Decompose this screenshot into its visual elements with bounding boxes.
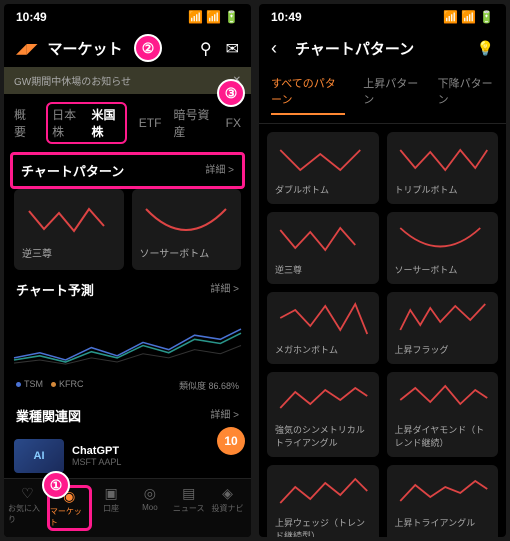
annotation-badge-3: ③: [217, 79, 245, 107]
pattern-label: メガホンボトム: [275, 343, 371, 356]
pattern-label: ダブルボトム: [275, 183, 371, 196]
pattern-grid-card[interactable]: 上昇フラッグ: [387, 292, 499, 364]
related-item[interactable]: AI ChatGPT MSFT AAPL: [4, 431, 251, 481]
tab-jp-stocks[interactable]: 日本株: [52, 106, 81, 140]
nav-account[interactable]: ▣口座: [92, 485, 131, 531]
chart-pattern-header[interactable]: チャートパターン 詳細 >: [10, 152, 245, 189]
annotation-badge-1: ①: [42, 471, 70, 499]
pattern-grid[interactable]: ダブルボトム トリプルボトム逆三尊 ソーサーボトムメガホンボトム 上昇フラッグ強気のシ…: [259, 124, 506, 537]
news-icon: ▤: [182, 485, 195, 501]
logo-icon: ◢◤: [16, 40, 38, 57]
tab-crypto[interactable]: 暗号資産: [173, 106, 213, 140]
nav-invest[interactable]: ◈投資ナビ: [208, 485, 247, 531]
detail-link[interactable]: 詳細 >: [210, 406, 239, 425]
search-icon[interactable]: ⚲: [200, 39, 212, 59]
tab-overview[interactable]: 概要: [14, 106, 34, 140]
back-icon[interactable]: ‹: [271, 38, 277, 59]
status-bar: 10:49 📶 📶 🔋: [259, 4, 506, 30]
nav-favorites[interactable]: ♡お気に入り: [8, 485, 47, 531]
card-label: ソーサーボトム: [140, 245, 234, 260]
detail-link[interactable]: 詳細 >: [205, 161, 234, 180]
pattern-type-tabs: すべてのパターン 上昇パターン 下降パターン: [259, 67, 506, 124]
account-icon: ▣: [104, 485, 117, 501]
pattern-grid-card[interactable]: 逆三尊: [267, 212, 379, 284]
ai-thumbnail: AI: [14, 439, 64, 473]
signal-icon: 📶: [443, 10, 458, 24]
pattern-label: ソーサーボトム: [395, 263, 491, 276]
signal-icon: 📶: [188, 10, 203, 24]
bulb-icon[interactable]: 💡: [477, 40, 494, 57]
header: ‹ チャートパターン 💡: [259, 30, 506, 67]
pattern-grid-card[interactable]: 上昇ウェッジ（トレンド継続型）: [267, 465, 379, 537]
moo-icon: ◎: [144, 485, 156, 501]
pattern-cards: 逆三尊 ソーサーボトム: [4, 189, 251, 270]
section-title: 業種関連図: [16, 406, 81, 425]
section-title: チャート予測: [16, 280, 94, 299]
pattern-card[interactable]: ソーサーボトム: [132, 189, 242, 270]
category-tabs: 概要 日本株 米国株 ETF 暗号資産 FX: [4, 94, 251, 152]
detail-link[interactable]: 詳細 >: [210, 280, 239, 299]
page-title: マーケット: [48, 38, 190, 59]
pattern-grid-card[interactable]: ダブルボトム: [267, 132, 379, 204]
pattern-grid-card[interactable]: トリプルボトム: [387, 132, 499, 204]
pattern-label: トリプルボトム: [395, 183, 491, 196]
pattern-label: 逆三尊: [275, 263, 371, 276]
tab-bullish[interactable]: 上昇パターン: [363, 75, 419, 115]
tab-highlight-group: 日本株 米国株: [46, 102, 127, 144]
status-icons: 📶 📶 🔋: [188, 10, 239, 24]
wifi-icon: 📶: [206, 10, 221, 24]
pattern-grid-card[interactable]: ソーサーボトム: [387, 212, 499, 284]
nav-moo[interactable]: ◎Moo: [130, 485, 169, 531]
compass-icon: ◈: [222, 485, 233, 501]
status-time: 10:49: [271, 10, 302, 24]
header: ◢◤ マーケット ⚲ ✉: [4, 30, 251, 67]
notice-banner[interactable]: GW期間中休場のお知らせ ✕: [4, 67, 251, 94]
tab-bearish[interactable]: 下降パターン: [438, 75, 494, 115]
status-time: 10:49: [16, 10, 47, 24]
annotation-badge-2: ②: [134, 34, 162, 62]
heart-icon: ♡: [21, 485, 34, 501]
related-subtitle: MSFT AAPL: [72, 457, 241, 467]
pattern-label: 強気のシンメトリカルトライアングル: [275, 423, 371, 449]
status-bar: 10:49 📶 📶 🔋: [4, 4, 251, 30]
related-title: ChatGPT: [72, 445, 241, 457]
pattern-label: 上昇フラッグ: [395, 343, 491, 356]
banner-text: GW期間中休場のお知らせ: [14, 73, 131, 88]
pattern-grid-card[interactable]: 上昇トライアングル: [387, 465, 499, 537]
tab-us-stocks[interactable]: 米国株: [91, 106, 120, 140]
forecast-header: チャート予測 詳細 >: [4, 270, 251, 305]
pattern-grid-card[interactable]: メガホンボトム: [267, 292, 379, 364]
status-icons: 📶 📶 🔋: [443, 10, 494, 24]
tab-etf[interactable]: ETF: [139, 116, 162, 130]
battery-icon: 🔋: [224, 10, 239, 24]
nav-news[interactable]: ▤ニュース: [169, 485, 208, 531]
pattern-grid-card[interactable]: 上昇ダイヤモンド（トレンド継続）: [387, 372, 499, 457]
tab-all-patterns[interactable]: すべてのパターン: [271, 75, 345, 115]
mail-icon[interactable]: ✉: [226, 39, 239, 59]
annotation-badge-10: 10: [217, 427, 245, 455]
card-label: 逆三尊: [22, 245, 116, 260]
bottom-navigation: ♡お気に入り ◉マーケット ▣口座 ◎Moo ▤ニュース ◈投資ナビ: [4, 478, 251, 537]
right-screen: 10:49 📶 📶 🔋 ‹ チャートパターン 💡 すべてのパターン 上昇パターン…: [259, 4, 506, 537]
tab-fx[interactable]: FX: [226, 116, 241, 130]
forecast-chart[interactable]: [4, 305, 251, 375]
pattern-card[interactable]: 逆三尊: [14, 189, 124, 270]
related-header: 業種関連図 詳細 >: [4, 396, 251, 431]
pattern-label: 上昇ウェッジ（トレンド継続型）: [275, 516, 371, 537]
pattern-label: 上昇ダイヤモンド（トレンド継続）: [395, 423, 491, 449]
pattern-label: 上昇トライアングル: [395, 516, 491, 529]
left-screen: 10:49 📶 📶 🔋 ◢◤ マーケット ⚲ ✉ GW期間中休場のお知らせ ✕ …: [4, 4, 251, 537]
section-title: チャートパターン: [21, 161, 124, 180]
pattern-grid-card[interactable]: 強気のシンメトリカルトライアングル: [267, 372, 379, 457]
battery-icon: 🔋: [479, 10, 494, 24]
page-title: チャートパターン: [295, 38, 467, 59]
wifi-icon: 📶: [461, 10, 476, 24]
